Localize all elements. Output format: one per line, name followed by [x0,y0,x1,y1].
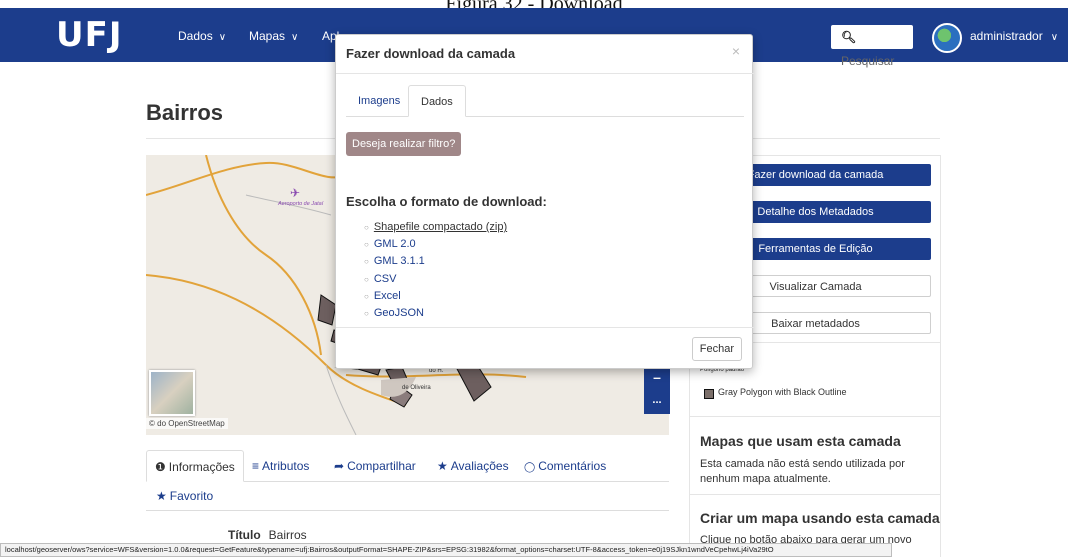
user-name: administrador [970,29,1043,43]
figure-caption: Figura 32 - Download [0,0,1068,8]
nav-dados-label: Dados [178,29,213,43]
nav-mapas-label: Mapas [249,29,286,43]
tab-comentarios-label: Comentários [538,459,607,473]
search-icon: 🔍︎ [841,30,857,44]
filter-button[interactable]: Deseja realizar filtro? [346,132,462,156]
format-heading: Escolha o formato de download: [346,194,547,209]
star-icon: ★ [156,489,167,503]
tab-favorito[interactable]: ★ Favorito [156,489,213,503]
zoom-out-icon: – [653,369,661,385]
tab-informacoes-label: Informações [168,460,235,474]
basemap-switcher-thumbnail[interactable] [149,370,195,416]
details-title-value: Bairros [268,528,307,542]
bullet-icon: ○ [364,274,369,284]
user-avatar[interactable] [932,23,962,53]
modal-footer-divider [336,327,754,328]
comment-icon: ◯ [524,462,536,473]
ufj-logo[interactable]: UFJ [56,18,122,52]
fechar-button[interactable]: Fechar [691,337,742,361]
create-map-heading: Criar um mapa usando esta camada [700,510,940,526]
search-button[interactable]: 🔍︎ Pesquisar [831,25,913,68]
map-attribution: © do OpenStreetMap [146,418,228,429]
maps-using-layer-text: Esta camada não está sendo utilizada por… [700,458,905,485]
map-label-neighborhood-2: de Oliveira [402,385,431,391]
map-airport-icon: ✈ [290,186,300,200]
map-label-airport: Aeroporto de Jataí [277,201,324,207]
tab-informacoes[interactable]: ❶ Informações [146,450,244,482]
browser-status-url: localhost/geoserver/ows?service=WFS&vers… [0,543,892,557]
tab-compartilhar-label: Compartilhar [347,459,416,473]
tab-atributos[interactable]: ≡ Atributos [252,450,309,482]
format-excel-link[interactable]: ○ Excel [364,288,507,305]
nav-dados[interactable]: Dados ∨ [178,28,226,46]
tab-avaliacoes[interactable]: ★ Avaliações [437,450,509,482]
format-label: CSV [373,272,397,285]
format-geojson-link[interactable]: ○ GeoJSON [364,305,507,322]
details-title-row: Título Bairros [228,528,307,542]
chevron-down-icon: ∨ [1050,32,1059,43]
modal-title: Fazer download da camada [346,46,516,61]
tab-comentarios[interactable]: ◯ Comentários [524,450,606,482]
close-icon[interactable]: × [732,43,740,59]
download-modal: Fazer download da camada × Imagens Dados… [335,34,754,369]
tab-favorito-label: Favorito [169,489,214,503]
panel-divider [689,494,941,495]
format-label: GML 3.1.1 [373,255,425,268]
tab-imagens[interactable]: Imagens [346,85,412,117]
format-label: Shapefile compactado (zip) [373,221,508,233]
tab-avaliacoes-label: Avaliações [450,459,509,473]
bullet-icon: ○ [364,223,369,232]
format-label: Excel [373,289,401,302]
maps-using-layer-heading: Mapas que usam esta camada [700,433,901,449]
share-icon: ➦ [334,459,345,473]
bullet-icon: ○ [364,309,369,319]
tab-dados[interactable]: Dados [408,85,466,117]
nav-mapas[interactable]: Mapas ∨ [249,28,298,46]
legend-swatch [704,389,714,399]
bullet-icon: ○ [364,291,369,301]
star-icon: ★ [437,459,448,473]
search-label: Pesquisar [841,54,895,68]
format-csv-link[interactable]: ○ CSV [364,271,507,288]
ellipsis-icon: ... [652,394,662,406]
format-shapefile-link[interactable]: ○ Shapefile compactado (zip) [364,219,507,236]
format-label: GeoJSON [373,307,424,320]
format-gml311-link[interactable]: ○ GML 3.1.1 [364,253,507,270]
format-label: GML 2.0 [373,238,416,251]
map-more-button[interactable]: ... [644,390,670,414]
modal-tabs: Imagens Dados [346,85,744,117]
legend-label: Gray Polygon with Black Outline [718,387,847,397]
info-icon: ❶ [155,460,166,474]
format-gml2-link[interactable]: ○ GML 2.0 [364,236,507,253]
tabs-divider [146,510,669,511]
tab-compartilhar[interactable]: ➦ Compartilhar [334,450,416,482]
bullet-icon: ○ [364,240,369,250]
layer-info-tabs: ❶ Informações ≡ Atributos ➦ Compartilhar ★ A… [146,450,669,482]
panel-divider [689,416,941,417]
modal-header-divider [336,73,754,74]
list-icon: ≡ [252,459,260,473]
user-menu[interactable]: administrador ∨ [970,28,1058,46]
chevron-down-icon: ∨ [218,32,227,43]
tab-atributos-label: Atributos [262,459,310,473]
bullet-icon: ○ [364,257,369,267]
format-list: ○ Shapefile compactado (zip) ○ GML 2.0 ○ GM… [364,219,507,322]
page-title: Bairros [146,100,224,125]
details-title-label: Título [228,528,261,542]
chevron-down-icon: ∨ [291,32,299,43]
